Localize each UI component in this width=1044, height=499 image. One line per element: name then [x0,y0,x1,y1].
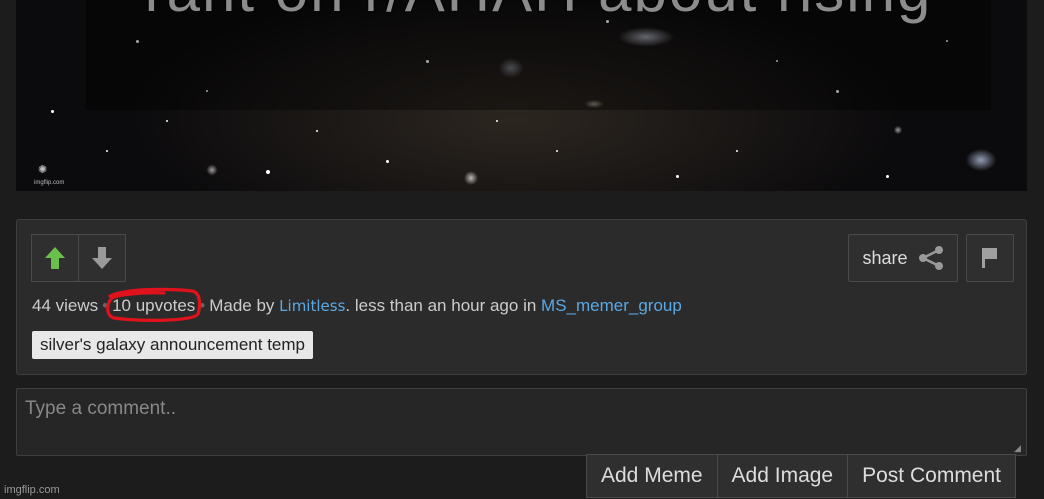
upvote-button[interactable] [31,234,79,282]
add-image-button[interactable]: Add Image [717,454,849,498]
made-by-label: Made by [209,296,275,315]
add-meme-button[interactable]: Add Meme [586,454,718,498]
comment-actions: Add Meme Add Image Post Comment [586,454,1017,498]
imgflip-watermark-icon: ✺ [38,164,48,176]
comment-input[interactable]: Type a comment.. ◢ [16,388,1027,456]
comment-placeholder: Type a comment.. [25,398,177,419]
view-count: 44 views [32,296,99,315]
post-tag[interactable]: silver's galaxy announcement temp [32,331,313,359]
flag-icon [982,248,997,268]
post-meta-line: 44 views • 10 upvotes • Made by Limitless. … [32,287,682,322]
author-link[interactable]: Limitless [279,297,345,315]
downvote-button[interactable] [79,234,126,282]
meme-caption: rant on r/AHAH about rising [86,0,991,25]
stream-link[interactable]: MS_memer_group [541,296,682,315]
image-watermark-text: imgflip.com [34,180,65,186]
upvote-count: 10 upvotes [112,296,196,315]
meme-image: rant on r/AHAH about rising ✺ imgflip.co… [16,0,1027,191]
share-label: share [862,247,908,268]
post-comment-button[interactable]: Post Comment [848,454,1017,498]
upvote-count-wrapper: 10 upvotes [106,287,202,322]
share-icon [918,246,943,270]
imgflip-footer-watermark: imgflip.com [4,484,60,496]
arrow-down-icon [92,247,112,269]
flag-button[interactable] [966,234,1014,282]
vote-group [31,234,126,282]
resize-grip-icon[interactable]: ◢ [1014,443,1024,453]
separator-dot: • [199,296,206,315]
share-button[interactable]: share [848,234,958,282]
arrow-up-icon [45,247,65,269]
post-info-panel: share 44 views • 10 upvotes • Made by Limit… [16,219,1027,375]
time-text: . less than an hour ago in [345,296,537,315]
separator-dot: • [102,296,109,315]
